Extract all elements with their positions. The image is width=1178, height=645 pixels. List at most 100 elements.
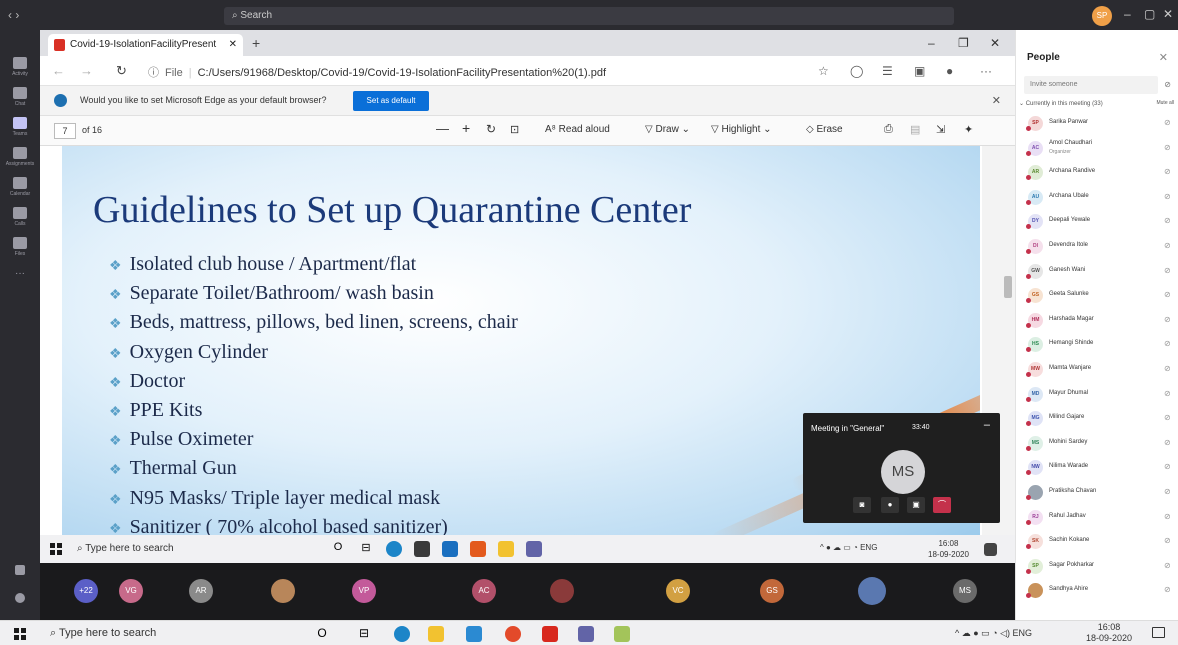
cortana-icon[interactable]: O	[314, 626, 330, 642]
participant-avatar[interactable]: AR	[189, 579, 213, 603]
mic-muted-icon[interactable]: ⊘	[1164, 216, 1171, 225]
minimize-icon[interactable]: –	[1124, 7, 1131, 21]
office-icon[interactable]	[470, 541, 486, 557]
cortana-icon[interactable]: O	[330, 541, 346, 557]
participant-row[interactable]: MW Mamta Wanjare ⊘	[1016, 357, 1178, 382]
participant-row[interactable]: DY Deepali Yewale ⊘	[1016, 209, 1178, 234]
invite-input[interactable]: Invite someone	[1024, 76, 1158, 94]
participant-row[interactable]: SP Sagar Pokharkar ⊘	[1016, 554, 1178, 579]
participant-avatar[interactable]: GS	[760, 579, 784, 603]
minimize-icon[interactable]: –	[928, 36, 935, 50]
participant-avatar[interactable]: MS	[953, 579, 977, 603]
profile-icon[interactable]: ●	[946, 64, 953, 78]
participant-row[interactable]: AR Archana Randive ⊘	[1016, 160, 1178, 185]
participant-row[interactable]: SK Sachin Kokane ⊘	[1016, 529, 1178, 554]
participant-row[interactable]: RJ Rahul Jadhav ⊘	[1016, 505, 1178, 530]
participant-photo[interactable]	[550, 579, 574, 603]
paint-icon[interactable]	[614, 626, 630, 642]
banner-close-icon[interactable]: ✕	[992, 94, 1001, 107]
forward-icon[interactable]: →	[80, 63, 93, 78]
zoom-in-icon[interactable]: +	[462, 120, 470, 136]
maximize-icon[interactable]: ▢	[1144, 7, 1155, 21]
mic-muted-icon[interactable]: ⊘	[1164, 167, 1171, 176]
apps-icon[interactable]	[0, 562, 40, 592]
mic-muted-icon[interactable]: ⊘	[1164, 512, 1171, 521]
mic-muted-icon[interactable]: ⊘	[1164, 561, 1171, 570]
camera-off-icon[interactable]: ◙	[853, 497, 871, 513]
mic-muted-icon[interactable]: ⊘	[1164, 143, 1171, 152]
notifications-icon[interactable]	[1152, 627, 1165, 638]
favorite-star-icon[interactable]: ☆	[818, 64, 829, 78]
collections-icon[interactable]: ▣	[914, 64, 925, 78]
participant-avatar[interactable]: VG	[119, 579, 143, 603]
page-number-input[interactable]: 7	[54, 123, 76, 139]
address-bar[interactable]: ⓘ File | C:/Users/91968/Desktop/Covid-19/Co…	[140, 61, 800, 81]
clock[interactable]: 16:08 18-09-2020	[1086, 622, 1132, 644]
mic-muted-icon[interactable]: ⊘	[1164, 266, 1171, 275]
taskbar-search[interactable]: ⌕ Type here to search	[77, 543, 174, 554]
windows-start-icon[interactable]	[14, 628, 26, 640]
mic-muted-icon[interactable]: ⊘	[1164, 290, 1171, 299]
participant-row[interactable]: GW Ganesh Wani ⊘	[1016, 259, 1178, 284]
mic-muted-icon[interactable]: ⊘	[1164, 192, 1171, 201]
hang-up-button[interactable]: ⌒	[933, 497, 951, 513]
participant-row[interactable]: AU Archana Ubale ⊘	[1016, 185, 1178, 210]
mic-muted-icon[interactable]: ⊘	[1164, 389, 1171, 398]
scrollbar-thumb[interactable]	[1004, 276, 1012, 298]
mic-muted-icon[interactable]: ⊘	[1164, 118, 1171, 127]
participant-row[interactable]: Sandhya Ahire ⊘	[1016, 578, 1178, 603]
favorites-icon[interactable]: ☰	[882, 64, 893, 78]
mic-muted-icon[interactable]: ⊘	[1164, 413, 1171, 422]
set-default-button[interactable]: Set as default	[353, 91, 429, 111]
task-view-icon[interactable]: ⊟	[356, 626, 372, 642]
rail-teams[interactable]: Teams	[0, 114, 40, 144]
rail-files[interactable]: Files	[0, 234, 40, 264]
taskbar-search[interactable]: ⌕ Type here to search	[50, 627, 156, 640]
back-forward-icon[interactable]: ‹ ›	[8, 8, 19, 22]
participant-avatar[interactable]: VP	[352, 579, 376, 603]
more-icon[interactable]: ···	[980, 64, 992, 78]
participant-row[interactable]: SP Sarika Panwar ⊘	[1016, 111, 1178, 136]
draw-button[interactable]: ▽ Draw ⌄	[645, 124, 690, 135]
help-icon[interactable]	[0, 590, 40, 620]
share-invite-icon[interactable]: ⊘	[1164, 80, 1171, 89]
close-icon[interactable]: ✕	[1159, 51, 1168, 64]
meeting-mini-window[interactable]: Meeting in "General" 33:40 – MS ◙ ● ▣ ⌒	[803, 413, 1000, 523]
task-view-icon[interactable]: ⊟	[358, 541, 374, 557]
save-as-icon[interactable]: ⇲	[936, 123, 945, 136]
edge-taskbar-icon[interactable]	[386, 541, 402, 557]
mic-muted-icon[interactable]: ⊘	[1164, 438, 1171, 447]
rotate-icon[interactable]: ↻	[486, 122, 496, 136]
participant-photo[interactable]	[858, 577, 886, 605]
rail-chat[interactable]: Chat	[0, 84, 40, 114]
participant-row[interactable]: DI Devendra Itole ⊘	[1016, 234, 1178, 259]
participant-row[interactable]: AC Amol Chaudhari Organizer ⊘	[1016, 136, 1178, 161]
rail-calendar[interactable]: Calendar	[0, 174, 40, 204]
tab-close-icon[interactable]: ✕	[229, 39, 237, 50]
new-tab-icon[interactable]: +	[252, 35, 260, 51]
participant-row[interactable]: MD Mayur Dhumal ⊘	[1016, 382, 1178, 407]
teams-taskbar-icon[interactable]	[526, 541, 542, 557]
share-screen-icon[interactable]: ▣	[907, 497, 925, 513]
erase-button[interactable]: ◇ Erase	[806, 124, 843, 135]
pin-icon[interactable]: ✦	[964, 123, 973, 136]
acrobat-icon[interactable]	[542, 626, 558, 642]
file-explorer-icon[interactable]	[498, 541, 514, 557]
edge-taskbar-icon[interactable]	[394, 626, 410, 642]
participant-row[interactable]: NW Nilima Warade ⊘	[1016, 455, 1178, 480]
mic-muted-icon[interactable]: ⊘	[1164, 536, 1171, 545]
refresh-icon[interactable]: ↻	[116, 63, 127, 79]
highlight-button[interactable]: ▽ Highlight ⌄	[711, 124, 772, 135]
back-icon[interactable]: ←	[52, 63, 65, 78]
clock[interactable]: 16:08 18-09-2020	[928, 538, 969, 560]
mic-muted-icon[interactable]: ⊘	[1164, 364, 1171, 373]
chrome-icon[interactable]	[505, 626, 521, 642]
pdf-tab[interactable]: Covid-19-IsolationFacilityPresent ✕	[48, 34, 243, 56]
maximize-icon[interactable]: ❐	[958, 36, 969, 50]
mail-icon[interactable]	[442, 541, 458, 557]
participant-row[interactable]: MG Milind Gajare ⊘	[1016, 406, 1178, 431]
file-explorer-icon[interactable]	[428, 626, 444, 642]
teams-taskbar-icon[interactable]	[578, 626, 594, 642]
close-icon[interactable]: ✕	[990, 36, 1000, 50]
participant-row[interactable]: GS Geeta Salunke ⊘	[1016, 283, 1178, 308]
